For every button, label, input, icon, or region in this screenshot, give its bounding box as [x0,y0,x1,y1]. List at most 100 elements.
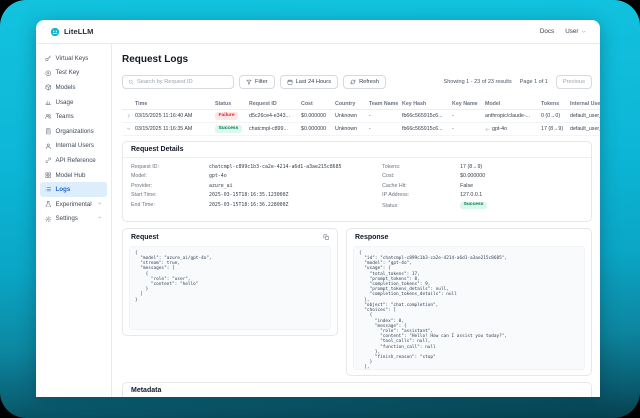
table-header-row: Time Status Request ID Cost Country Team… [122,98,600,110]
user-menu-label: User [565,28,578,35]
calendar-icon [287,79,293,85]
sidebar-item-label: Experimental [56,201,92,208]
detail-cost: $0.000000 [460,173,485,179]
request-details-title: Request Details [123,142,591,158]
cell-internal-user: default_user_id [570,113,600,119]
building-icon [45,128,52,135]
bar-chart-icon [45,99,52,106]
detail-tokens: 17 (8→9) [460,164,482,170]
request-json: { "model": "azure_ai/gpt-4o", "stream": … [135,251,325,303]
sidebar-item-label: Settings [56,215,78,222]
main-content: Request Logs Filter Last 24 Hours [112,44,600,397]
table-row-expanded[interactable]: 03/15/2025 11:16:35 AM Success chatcmpl-… [122,123,600,136]
sidebar-item-teams[interactable]: Teams [40,109,107,124]
detail-end-time: 2025-03-15T18:16:36.228000Z [209,202,289,208]
column-header-time: Time [135,101,215,107]
sidebar-item-settings[interactable]: Settings [40,212,107,227]
sidebar-item-label: Teams [56,113,74,120]
cell-key-hash: fb66c565915c6... [402,126,452,132]
key-icon [45,55,52,62]
collapse-row-button[interactable] [122,126,135,132]
cell-team-name: - [369,126,402,132]
field-label: End Time: [131,202,209,208]
page-title: Request Logs [122,54,600,65]
field-label: Status: [382,203,460,209]
sidebar-item-usage[interactable]: Usage [40,95,107,110]
cube-icon [45,84,52,91]
sidebar-item-api-reference[interactable]: API Reference [40,153,107,168]
response-json-box[interactable]: { "id": "chatcmpl-c899c1b3-ca2e-4214-a6d… [353,246,585,370]
refresh-button[interactable]: Refresh [343,75,386,89]
brand-name: LiteLLM [64,27,93,36]
previous-page-button[interactable]: Previous [556,75,592,89]
sidebar-item-label: Models [56,84,76,91]
column-header-tokens: Tokens [541,101,570,107]
column-header-cost: Cost [301,101,335,107]
brand[interactable]: LiteLLM [50,27,93,37]
field-label: Model: [131,173,209,179]
refresh-icon [350,79,356,85]
field-label: Start Time: [131,192,209,198]
search-box[interactable] [122,75,234,89]
detail-ip-address: 127.0.0.1 [460,192,482,198]
sidebar-item-virtual-keys[interactable]: Virtual Keys [40,51,107,66]
sidebar-item-organizations[interactable]: Organizations [40,124,107,139]
funnel-icon [246,79,252,85]
teams-icon [45,113,52,120]
sidebar-item-internal-users[interactable]: Internal Users [40,139,107,154]
filter-button[interactable]: Filter [239,75,275,89]
expand-row-button[interactable] [122,113,135,119]
cell-model: gpt-4o [485,126,541,132]
cell-time: 03/15/2025 11:16:40 AM [135,113,215,119]
search-input[interactable] [137,79,228,85]
sidebar-item-model-hub[interactable]: Model Hub [40,168,107,183]
sidebar-item-label: Usage [56,99,74,106]
sidebar: Virtual Keys Test Key Models Usage Teams [36,44,112,397]
sidebar-item-logs[interactable]: Logs [40,182,107,197]
cell-request-id: d5c26ce4-e343... [249,113,301,119]
desktop-background: LiteLLM Docs User Virtual Keys Test Key [0,0,640,418]
field-label: Request ID: [131,164,209,170]
sidebar-item-models[interactable]: Models [40,80,107,95]
response-panel: Response { "id": "chatcmpl-c899c1b3-ca2e… [346,228,592,376]
column-header-key-name: Key Name [452,101,485,107]
cell-internal-user: default_user_id [570,126,600,132]
sidebar-item-experimental[interactable]: Experimental [40,197,107,212]
sidebar-item-label: Logs [56,186,71,193]
column-header-request-id: Request ID [249,101,301,107]
page-indicator: Page 1 of 1 [520,79,548,85]
detail-status-badge: Success [460,202,487,210]
status-badge: Failure [215,112,238,120]
docs-link[interactable]: Docs [540,28,554,35]
request-panel: Request { "model": "azure_ai/gpt-4o", "s… [122,228,338,336]
sidebar-item-test-key[interactable]: Test Key [40,66,107,81]
search-icon [128,79,134,85]
user-menu[interactable]: User [565,28,586,35]
response-panel-title: Response [355,234,388,241]
cell-key-name: - [452,113,485,119]
detail-provider: azure_ai [209,183,233,189]
sidebar-item-label: Organizations [56,128,94,135]
column-header-country: Country [335,101,369,107]
expanded-log-detail: Request Details Request ID:chatcmpl-c899… [122,141,592,397]
cell-key-hash: fb66c565915c6... [402,113,452,119]
metadata-card: Metadata [122,382,592,397]
detail-request-id: chatcmpl-c899c1b3-ca2e-4214-a6d1-a3ae215… [209,164,342,170]
request-json-box[interactable]: { "model": "azure_ai/gpt-4o", "stream": … [129,246,331,330]
detail-start-time: 2025-03-15T18:16:35.123000Z [209,192,289,198]
status-badge: Success [215,125,242,133]
time-range-button[interactable]: Last 24 Hours [280,75,338,89]
list-icon [45,186,52,193]
chevron-down-icon [126,126,132,132]
chevron-down-icon [581,29,587,35]
column-header-internal-user: Internal User [570,101,600,107]
grid-icon [45,172,52,179]
cell-key-name: - [452,126,485,132]
request-details-card: Request Details Request ID:chatcmpl-c899… [122,141,592,222]
request-panel-title: Request [131,234,159,241]
response-json: { "id": "chatcmpl-c899c1b3-ca2e-4214-a6d… [359,251,579,370]
cell-cost: $0.000000 [301,126,335,132]
copy-request-button[interactable] [323,234,330,241]
table-row[interactable]: 03/15/2025 11:16:40 AM Failure d5c26ce4-… [122,110,600,123]
flask-icon [45,201,52,208]
